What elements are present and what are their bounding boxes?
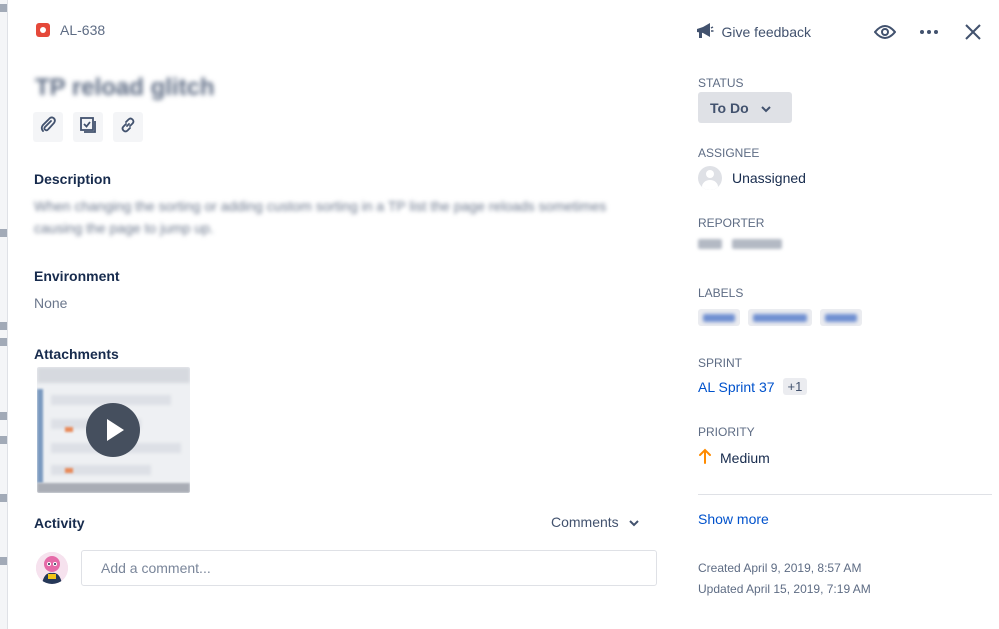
background-fragment xyxy=(0,412,7,420)
paperclip-icon xyxy=(39,116,57,139)
link-icon xyxy=(119,116,137,139)
reporter-name-redacted xyxy=(732,239,782,249)
sprint-field: AL Sprint 37 +1 xyxy=(698,378,808,395)
give-feedback-button[interactable]: Give feedback xyxy=(694,21,812,44)
labels-field xyxy=(698,309,862,326)
assignee-label: ASSIGNEE xyxy=(698,146,760,160)
show-more-link[interactable]: Show more xyxy=(698,511,769,527)
background-page-strip xyxy=(0,0,8,629)
issue-toolbar xyxy=(33,112,143,142)
play-triangle xyxy=(107,419,124,441)
thumbnail-mark xyxy=(65,427,73,432)
background-fragment xyxy=(0,322,7,330)
description-text[interactable]: When changing the sorting or adding cust… xyxy=(34,195,644,239)
attach-button[interactable] xyxy=(33,112,63,142)
create-subtask-button[interactable] xyxy=(73,112,103,142)
label-chip[interactable] xyxy=(748,309,812,326)
thumbnail-mark xyxy=(65,468,73,473)
background-fragment xyxy=(0,229,7,237)
activity-heading: Activity xyxy=(34,515,85,531)
video-attachment-thumbnail[interactable] xyxy=(37,367,190,493)
thumbnail-footer-bar xyxy=(37,483,190,493)
watch-icon[interactable] xyxy=(873,20,897,44)
arrow-up-icon xyxy=(698,448,712,467)
background-fragment xyxy=(0,4,7,12)
megaphone-icon xyxy=(694,21,714,44)
labels-label: LABELS xyxy=(698,286,744,300)
default-avatar-icon xyxy=(698,166,722,190)
more-actions-icon[interactable] xyxy=(917,20,941,44)
priority-field[interactable]: Medium xyxy=(698,448,770,467)
current-user-avatar xyxy=(36,552,68,584)
chevron-down-icon xyxy=(628,514,639,530)
issue-title[interactable]: TP reload glitch xyxy=(35,74,215,102)
updated-timestamp: Updated April 15, 2019, 7:19 AM xyxy=(698,582,871,596)
environment-heading: Environment xyxy=(34,268,120,284)
label-text-redacted xyxy=(703,313,735,322)
background-fragment xyxy=(0,494,7,502)
play-icon[interactable] xyxy=(86,403,140,457)
sidebar-divider xyxy=(698,494,992,495)
created-timestamp: Created April 9, 2019, 8:57 AM xyxy=(698,561,862,575)
sprint-link[interactable]: AL Sprint 37 xyxy=(698,379,775,395)
status-dropdown[interactable]: To Do xyxy=(698,92,792,123)
add-comment-input[interactable] xyxy=(81,550,657,586)
activity-filter-dropdown[interactable]: Comments xyxy=(551,514,639,530)
issue-key-row: AL-638 xyxy=(36,22,105,38)
issue-key-link[interactable]: AL-638 xyxy=(60,22,105,38)
assignee-value: Unassigned xyxy=(732,170,806,186)
subtask-icon xyxy=(79,116,97,139)
status-label: STATUS xyxy=(698,76,744,90)
background-fragment xyxy=(0,436,7,444)
reporter-field[interactable] xyxy=(698,239,782,249)
sprint-more-badge[interactable]: +1 xyxy=(782,378,808,395)
label-chip[interactable] xyxy=(698,309,740,326)
chevron-down-icon xyxy=(760,100,771,116)
bug-icon xyxy=(36,23,50,37)
label-chip[interactable] xyxy=(820,309,862,326)
priority-label: PRIORITY xyxy=(698,425,755,439)
attachments-heading: Attachments xyxy=(34,346,119,362)
background-fragment xyxy=(0,557,7,565)
status-value: To Do xyxy=(710,99,749,116)
background-fragment xyxy=(0,338,7,346)
environment-value[interactable]: None xyxy=(34,295,67,311)
label-text-redacted xyxy=(753,313,807,322)
thumbnail-header-bar xyxy=(37,367,190,383)
thumbnail-side-bar xyxy=(37,389,43,483)
assignee-field[interactable]: Unassigned xyxy=(698,166,806,190)
give-feedback-label: Give feedback xyxy=(721,24,812,40)
reporter-label: REPORTER xyxy=(698,216,765,230)
label-text-redacted xyxy=(825,313,857,322)
description-heading: Description xyxy=(34,171,112,187)
activity-filter-label: Comments xyxy=(551,514,619,530)
reporter-avatar-redacted xyxy=(698,239,722,249)
priority-value: Medium xyxy=(720,449,770,466)
close-icon[interactable] xyxy=(961,20,985,44)
link-issue-button[interactable] xyxy=(113,112,143,142)
sprint-label: SPRINT xyxy=(698,356,743,370)
header-actions: Give feedback xyxy=(694,20,986,44)
